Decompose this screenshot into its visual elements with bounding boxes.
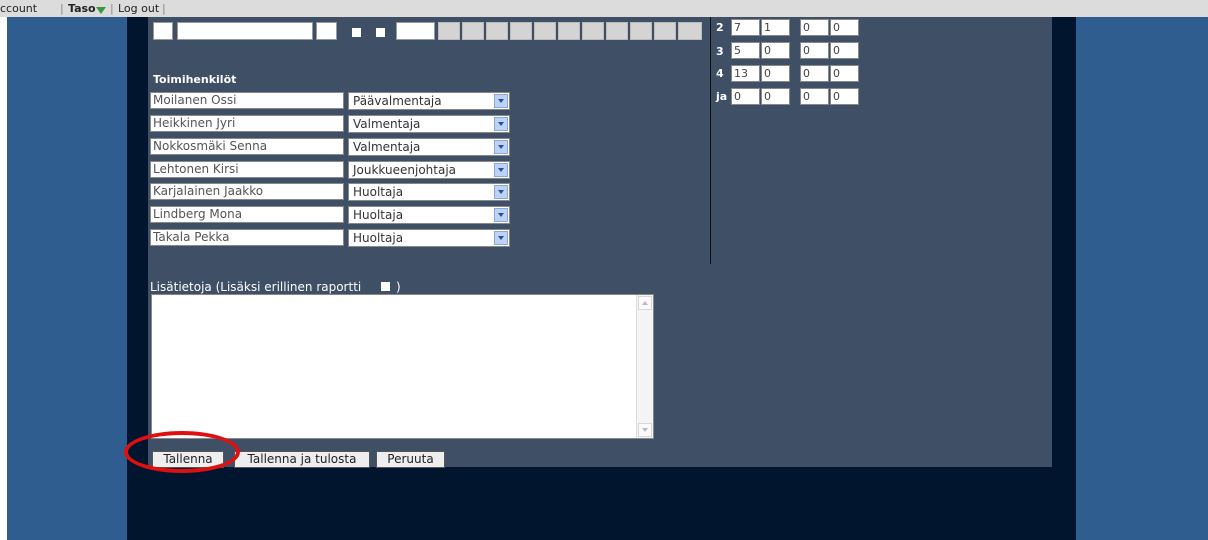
staff-role-value: Joukkueenjohtaja xyxy=(353,163,457,177)
logout-link[interactable]: Log out xyxy=(118,2,159,15)
stat-cell[interactable] xyxy=(582,22,604,40)
chevron-down-icon[interactable] xyxy=(494,208,508,222)
staff-role-value: Huoltaja xyxy=(353,231,404,245)
separate-report-checkbox[interactable] xyxy=(381,282,390,291)
separator: | xyxy=(162,2,166,15)
staff-name-field[interactable]: Lehtonen Kirsi xyxy=(150,161,344,178)
staff-role-value: Valmentaja xyxy=(353,117,421,131)
stat-cell[interactable] xyxy=(630,22,652,40)
staff-role-value: Valmentaja xyxy=(353,140,421,154)
period-score-input[interactable]: 0 xyxy=(830,19,859,36)
player-stat-input[interactable] xyxy=(396,22,435,40)
column-divider xyxy=(710,17,711,264)
stat-cell[interactable] xyxy=(558,22,580,40)
staff-name-field[interactable]: Heikkinen Jyri xyxy=(150,115,344,132)
period-score-input[interactable]: 0 xyxy=(830,42,859,59)
chevron-down-icon[interactable] xyxy=(494,231,508,245)
player-number-input[interactable] xyxy=(153,22,173,40)
staff-role-select[interactable]: Huoltaja xyxy=(348,229,510,247)
chevron-down-icon[interactable] xyxy=(494,117,508,131)
staff-name-field[interactable]: Takala Pekka xyxy=(150,229,344,246)
player-field-input[interactable] xyxy=(316,22,337,40)
player-name-input[interactable] xyxy=(177,22,313,40)
notes-label: Lisätietoja (Lisäksi erillinen raportti xyxy=(150,280,361,294)
period-score-input[interactable]: 0 xyxy=(800,42,829,59)
separator: | xyxy=(60,2,64,15)
period-score-input[interactable]: 0 xyxy=(761,65,790,82)
notes-label-text: Lisätietoja (Lisäksi erillinen raportti xyxy=(150,280,362,294)
staff-role-select[interactable]: Valmentaja xyxy=(348,138,510,156)
chevron-down-icon[interactable] xyxy=(494,140,508,154)
separator: | xyxy=(110,2,114,15)
staff-name-field[interactable]: Lindberg Mona xyxy=(150,206,344,223)
period-score-input[interactable]: 0 xyxy=(830,88,859,105)
period-score-input[interactable]: 0 xyxy=(800,88,829,105)
staff-section-title: Toimihenkilöt xyxy=(153,73,237,86)
stat-cell[interactable] xyxy=(462,22,484,40)
right-background xyxy=(1076,17,1208,540)
top-bar: ccount | Taso | Log out | xyxy=(0,0,1208,17)
staff-role-value: Huoltaja xyxy=(353,185,404,199)
notes-label-close: ) xyxy=(396,280,401,294)
chevron-down-icon[interactable] xyxy=(494,163,508,177)
staff-role-select[interactable]: Valmentaja xyxy=(348,115,510,133)
notes-scrollbar[interactable] xyxy=(636,295,653,438)
staff-role-select[interactable]: Huoltaja xyxy=(348,183,510,201)
period-score-input[interactable]: 0 xyxy=(830,65,859,82)
scroll-down-icon[interactable] xyxy=(638,423,652,437)
period-score-input[interactable]: 0 xyxy=(800,65,829,82)
staff-role-select[interactable]: Joukkueenjohtaja xyxy=(348,161,510,179)
staff-role-select[interactable]: Päävalmentaja xyxy=(348,92,510,110)
period-score-input[interactable]: 0 xyxy=(731,88,760,105)
staff-name-field[interactable]: Moilanen Ossi xyxy=(150,92,344,109)
period-score-input[interactable]: 5 xyxy=(731,42,760,59)
stat-cell[interactable] xyxy=(678,22,702,40)
notes-textarea[interactable] xyxy=(151,294,654,439)
staff-role-select[interactable]: Huoltaja xyxy=(348,206,510,224)
highlight-circle xyxy=(124,431,240,473)
period-label: 3 xyxy=(716,45,724,58)
period-score-input[interactable]: 1 xyxy=(761,19,790,36)
chevron-down-icon[interactable] xyxy=(494,185,508,199)
period-score-input[interactable]: 13 xyxy=(731,65,760,82)
stat-cell[interactable] xyxy=(534,22,556,40)
stat-cell[interactable] xyxy=(654,22,676,40)
period-score-input[interactable]: 0 xyxy=(761,42,790,59)
player-checkbox[interactable] xyxy=(376,28,385,37)
stat-cell[interactable] xyxy=(510,22,532,40)
scroll-up-icon[interactable] xyxy=(638,296,652,310)
stat-cell[interactable] xyxy=(606,22,628,40)
cancel-button[interactable]: Peruuta xyxy=(376,451,445,468)
left-background xyxy=(7,17,127,540)
chevron-down-icon[interactable] xyxy=(494,94,508,108)
period-label: ja xyxy=(716,90,728,103)
period-score-input[interactable]: 0 xyxy=(800,19,829,36)
period-score-input[interactable]: 7 xyxy=(731,19,760,36)
staff-role-value: Päävalmentaja xyxy=(353,94,442,108)
staff-name-field[interactable]: Karjalainen Jaakko xyxy=(150,183,344,200)
staff-role-value: Huoltaja xyxy=(353,208,404,222)
taso-menu[interactable]: Taso xyxy=(68,2,96,15)
stat-cell[interactable] xyxy=(438,22,460,40)
account-link[interactable]: ccount xyxy=(0,2,37,15)
save-and-print-button[interactable]: Tallenna ja tulosta xyxy=(234,451,370,468)
period-label: 2 xyxy=(716,21,724,34)
period-label: 4 xyxy=(716,67,724,80)
stat-cell[interactable] xyxy=(486,22,508,40)
staff-name-field[interactable]: Nokkosmäki Senna xyxy=(150,138,344,155)
player-checkbox[interactable] xyxy=(352,28,361,37)
period-score-input[interactable]: 0 xyxy=(761,88,790,105)
